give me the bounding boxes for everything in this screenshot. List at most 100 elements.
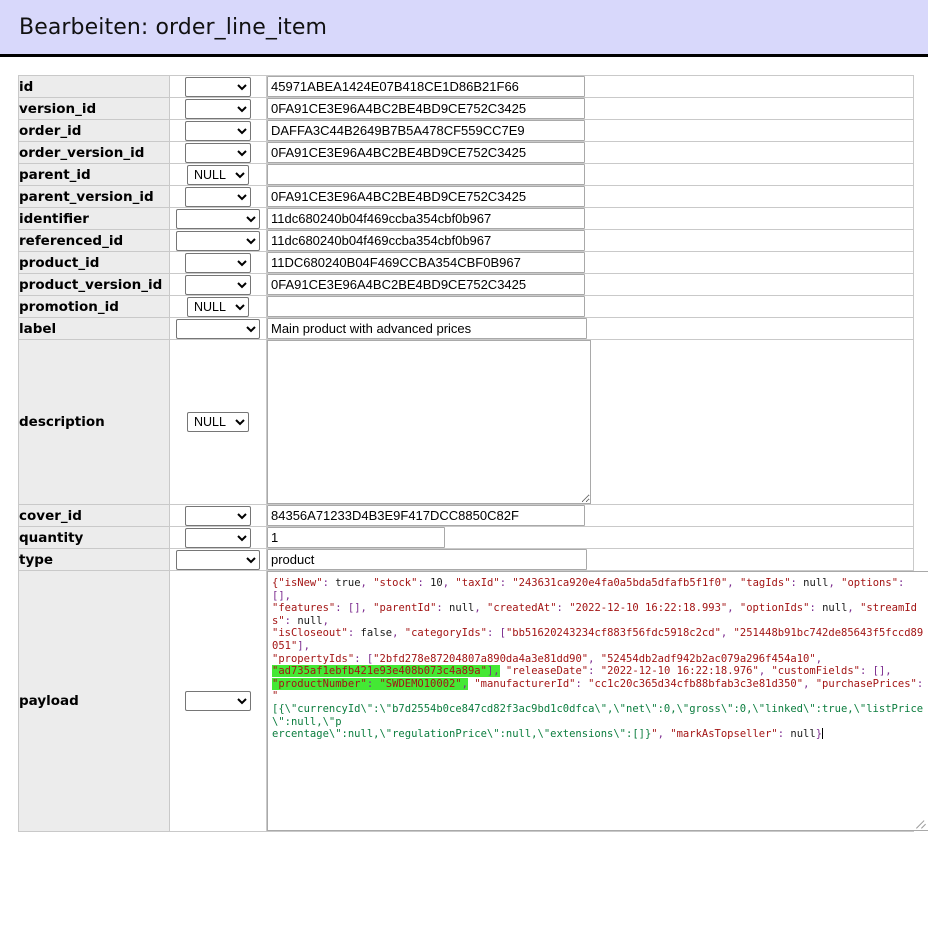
table-row: payload {"isNew": true, "stock": 10, "ta… [18,570,928,832]
field-value-cell-order-id [266,119,914,142]
field-function-cell-order-version-id [169,141,267,164]
value-input-parent-id[interactable] [267,164,585,185]
function-select-cover-id[interactable] [185,505,251,526]
table-row: product_version_id [18,273,914,296]
field-value-cell-type [266,548,914,571]
table-row: description NULL [18,339,914,505]
field-label-product-version-id: product_version_id [18,273,170,296]
value-input-type[interactable] [267,549,587,570]
field-function-cell-referenced-id [169,229,267,252]
table-row: type [18,548,914,571]
field-label-product-id: product_id [18,251,170,274]
function-select-version-id[interactable] [185,98,251,119]
field-label-referenced-id: referenced_id [18,229,170,252]
field-value-cell-parent-id [266,163,914,186]
function-select-id[interactable] [185,76,251,97]
field-label-parent-id: parent_id [18,163,170,186]
table-row: label [18,317,914,340]
table-row: quantity [18,526,914,549]
field-function-cell-description: NULL [169,339,267,505]
field-value-cell-identifier [266,207,914,230]
value-input-order-id[interactable] [267,120,585,141]
function-select-product-id[interactable] [185,252,251,273]
field-value-cell-product-version-id [266,273,914,296]
field-function-cell-quantity [169,526,267,549]
function-select-identifier[interactable] [176,208,260,229]
value-input-label[interactable] [267,318,587,339]
payload-highlight: "ad735af1ebfb421e93e408b073c4a89a"], [272,665,500,678]
function-select-quantity[interactable] [185,527,251,548]
window-title-bar: Bearbeiten: order_line_item [0,0,928,57]
field-function-cell-product-version-id [169,273,267,296]
value-input-product-id[interactable] [267,252,585,273]
value-input-cover-id[interactable] [267,505,585,526]
table-row: product_id [18,251,914,274]
field-value-cell-promotion-id [266,295,914,318]
function-select-parent-version-id[interactable] [185,186,251,207]
function-select-order-id[interactable] [185,120,251,141]
field-label-label: label [18,317,170,340]
function-select-order-version-id[interactable] [185,142,251,163]
function-select-referenced-id[interactable] [176,230,260,251]
field-value-cell-quantity [266,526,914,549]
field-label-identifier: identifier [18,207,170,230]
field-function-cell-identifier [169,207,267,230]
field-function-cell-order-id [169,119,267,142]
page-title: Bearbeiten: order_line_item [19,14,328,40]
field-label-version-id: version_id [18,97,170,120]
function-select-label[interactable] [176,318,260,339]
field-function-cell-parent-id: NULL [169,163,267,186]
field-label-description: description [18,339,170,505]
resize-grip-icon[interactable] [915,817,928,830]
field-value-cell-cover-id [266,504,914,527]
field-label-type: type [18,548,170,571]
table-row: cover_id [18,504,914,527]
edit-fields-body: id version_id order_id [18,75,928,832]
table-row: parent_id NULL [18,163,914,186]
value-input-version-id[interactable] [267,98,585,119]
text-cursor [822,728,824,740]
field-value-cell-payload: {"isNew": true, "stock": 10, "taxId": "2… [266,570,928,832]
field-label-order-id: order_id [18,119,170,142]
field-label-id: id [18,75,170,98]
function-select-parent-id[interactable]: NULL [187,164,249,185]
field-function-cell-product-id [169,251,267,274]
field-value-cell-order-version-id [266,141,914,164]
field-function-cell-id [169,75,267,98]
function-select-payload[interactable] [185,691,251,711]
table-row: identifier [18,207,914,230]
edit-fields-table: id version_id order_id [18,75,928,832]
field-label-parent-version-id: parent_version_id [18,185,170,208]
table-row: id [18,75,914,98]
value-input-promotion-id[interactable] [267,296,585,317]
value-input-id[interactable] [267,76,585,97]
table-row: referenced_id [18,229,914,252]
field-value-cell-product-id [266,251,914,274]
field-value-cell-description [266,339,914,505]
field-value-cell-referenced-id [266,229,914,252]
value-input-product-version-id[interactable] [267,274,585,295]
field-value-cell-parent-version-id [266,185,914,208]
field-function-cell-label [169,317,267,340]
field-function-cell-payload [169,570,267,832]
value-textarea-description[interactable] [267,340,591,504]
value-input-parent-version-id[interactable] [267,186,585,207]
table-row: version_id [18,97,914,120]
field-label-promotion-id: promotion_id [18,295,170,318]
field-value-cell-id [266,75,914,98]
function-select-promotion-id[interactable]: NULL [187,296,249,317]
value-input-referenced-id[interactable] [267,230,585,251]
field-function-cell-promotion-id: NULL [169,295,267,318]
field-label-cover-id: cover_id [18,504,170,527]
value-input-quantity[interactable] [267,527,445,548]
value-textarea-payload[interactable]: {"isNew": true, "stock": 10, "taxId": "2… [267,571,928,831]
function-select-description[interactable]: NULL [187,412,249,432]
function-select-product-version-id[interactable] [185,274,251,295]
field-function-cell-type [169,548,267,571]
value-input-identifier[interactable] [267,208,585,229]
field-label-quantity: quantity [18,526,170,549]
field-label-payload: payload [18,570,170,832]
function-select-type[interactable] [176,549,260,570]
field-value-cell-label [266,317,914,340]
value-input-order-version-id[interactable] [267,142,585,163]
